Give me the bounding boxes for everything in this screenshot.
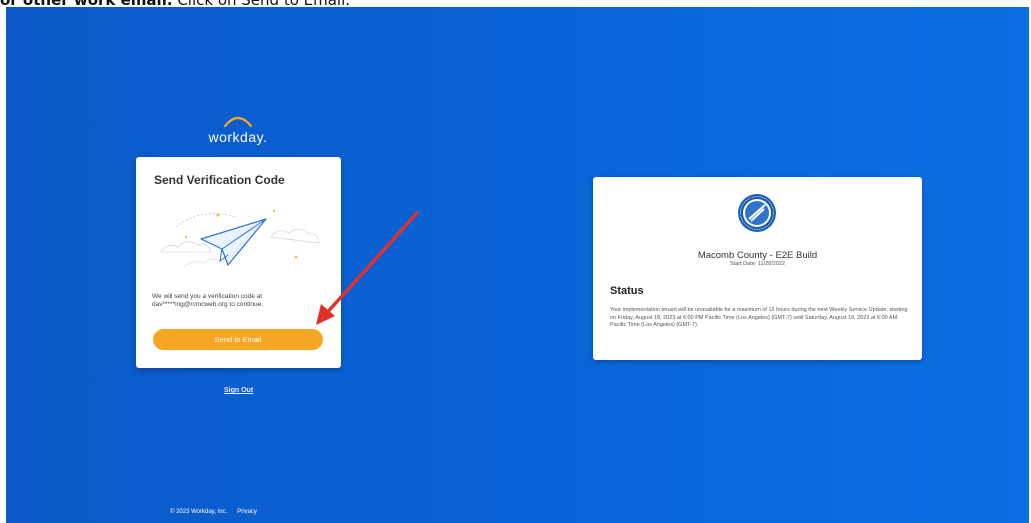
macomb-county-seal-icon bbox=[738, 194, 776, 232]
verification-message: We will send you a verification code at … bbox=[152, 293, 264, 308]
sign-out-link[interactable]: Sign Out bbox=[224, 387, 253, 394]
workday-login-screen: workday. Send Verification Code We will … bbox=[6, 7, 1029, 523]
privacy-link[interactable]: Privacy bbox=[237, 509, 257, 515]
status-card: Macomb County - E2E Build Start Date: 11… bbox=[593, 177, 922, 360]
footer: © 2023 Workday, Inc. Privacy bbox=[170, 509, 267, 515]
send-to-email-button[interactable]: Send to Email bbox=[153, 329, 323, 350]
instruction-caption: or other work email. Click on Send to Em… bbox=[0, 0, 350, 8]
workday-logo-arc-icon bbox=[223, 116, 253, 127]
status-heading: Status bbox=[610, 285, 644, 297]
card-title: Send Verification Code bbox=[154, 173, 285, 187]
workday-logo: workday. bbox=[203, 111, 273, 151]
paper-plane-illustration-icon bbox=[160, 209, 320, 268]
org-name: Macomb County - E2E Build bbox=[697, 250, 818, 261]
status-message: Your implementation tenant will be unava… bbox=[610, 307, 908, 328]
copyright-text: © 2023 Workday, Inc. bbox=[170, 509, 228, 515]
logo-text: workday. bbox=[208, 129, 268, 145]
verification-card: Send Verification Code We will send you … bbox=[136, 157, 341, 368]
start-date: Start Date: 11/28/2022 bbox=[730, 261, 785, 267]
